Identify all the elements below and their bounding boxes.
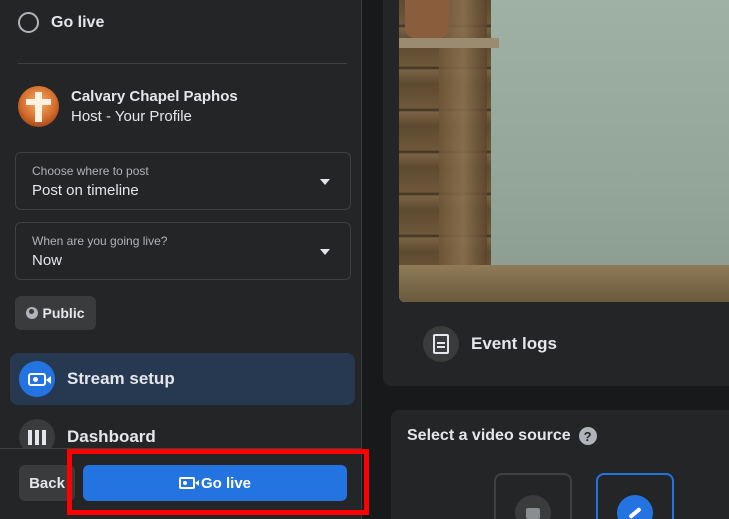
nav-stream-setup-label: Stream setup bbox=[67, 369, 175, 388]
video-camera-icon bbox=[178, 477, 199, 489]
go-live-button[interactable]: Go live bbox=[83, 465, 347, 501]
audience-button[interactable]: Public bbox=[15, 296, 96, 330]
clipboard-icon bbox=[423, 326, 459, 362]
dashboard-bars-icon bbox=[19, 419, 55, 448]
go-live-button-label: Go live bbox=[200, 474, 252, 492]
nav-stream-setup[interactable]: Stream setup bbox=[10, 353, 355, 405]
sidebar-footer: Back Go live bbox=[0, 448, 369, 519]
chevron-down-icon bbox=[320, 249, 330, 255]
video-source-card: Select a video source ? bbox=[391, 410, 729, 519]
stream-preview-card: Event logs bbox=[383, 0, 729, 386]
host-profile: Calvary Chapel Paphos Host - Your Profil… bbox=[18, 86, 238, 127]
globe-icon bbox=[26, 307, 39, 319]
setup-sidebar: Go live Calvary Chapel Paphos Host - You… bbox=[0, 0, 369, 519]
event-logs-button[interactable]: Event logs bbox=[423, 326, 557, 362]
go-live-option[interactable]: Go live bbox=[18, 12, 104, 33]
video-preview bbox=[399, 0, 729, 302]
video-source-title: Select a video source bbox=[407, 427, 571, 444]
go-live-option-label: Go live bbox=[51, 13, 105, 31]
webcam-source-option[interactable] bbox=[494, 473, 572, 519]
post-location-value: Post on timeline bbox=[32, 182, 139, 199]
go-live-time-select[interactable]: When are you going live? Now bbox=[15, 222, 351, 280]
go-live-time-value: Now bbox=[32, 252, 63, 269]
nav-dashboard[interactable]: Dashboard bbox=[10, 411, 355, 448]
nav-dashboard-label: Dashboard bbox=[67, 427, 156, 446]
video-camera-icon bbox=[19, 361, 55, 397]
divider bbox=[18, 63, 347, 64]
streaming-key-icon bbox=[617, 495, 653, 519]
video-source-heading: Select a video source ? bbox=[407, 427, 597, 445]
help-icon[interactable]: ? bbox=[578, 427, 597, 445]
post-location-select[interactable]: Choose where to post Post on timeline bbox=[15, 152, 351, 210]
post-location-label: Choose where to post bbox=[32, 164, 149, 178]
profile-name: Calvary Chapel Paphos bbox=[71, 88, 238, 105]
streaming-software-option[interactable] bbox=[596, 473, 674, 519]
sidebar-scroll-area[interactable]: Go live Calvary Chapel Paphos Host - You… bbox=[0, 0, 361, 448]
profile-role: Host - Your Profile bbox=[71, 108, 192, 125]
chevron-down-icon bbox=[320, 179, 330, 185]
avatar bbox=[18, 86, 59, 127]
radio-button[interactable] bbox=[18, 12, 39, 33]
go-live-time-label: When are you going live? bbox=[32, 234, 168, 248]
event-logs-label: Event logs bbox=[471, 334, 557, 353]
audience-label: Public bbox=[42, 305, 85, 321]
camera-icon bbox=[515, 495, 551, 519]
